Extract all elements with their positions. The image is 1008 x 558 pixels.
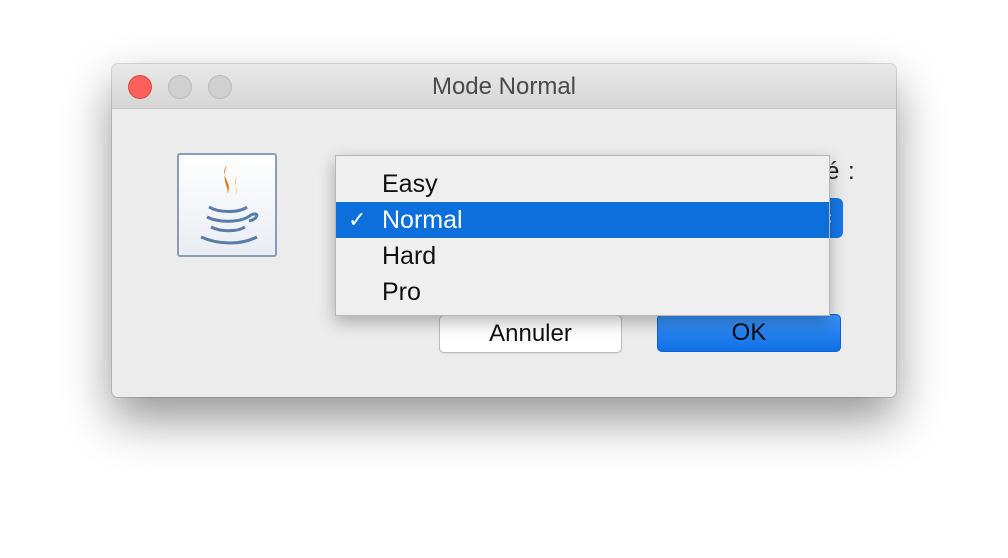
ok-button[interactable]: OK (657, 314, 841, 352)
window-title: Mode Normal (431, 73, 577, 100)
menu-item-easy[interactable]: Easy (336, 166, 829, 202)
menu-item-pro[interactable]: Pro (336, 274, 829, 310)
menu-item-label: Normal (382, 206, 463, 234)
java-coffee-icon (177, 153, 277, 257)
menu-item-label: Pro (382, 278, 421, 306)
menu-item-hard[interactable]: Hard (336, 238, 829, 274)
menu-item-label: Easy (382, 170, 438, 198)
menu-item-label: Hard (382, 242, 437, 270)
menu-item-normal[interactable]: ✓ Normal (336, 202, 829, 238)
cancel-button[interactable]: Annuler (439, 315, 622, 353)
difficulty-label: é : (826, 158, 856, 185)
checkmark-icon: ✓ (348, 207, 367, 232)
title-bar[interactable]: Mode Normal (112, 64, 896, 109)
difficulty-dropdown-menu: Easy ✓ Normal Hard Pro (335, 155, 830, 316)
